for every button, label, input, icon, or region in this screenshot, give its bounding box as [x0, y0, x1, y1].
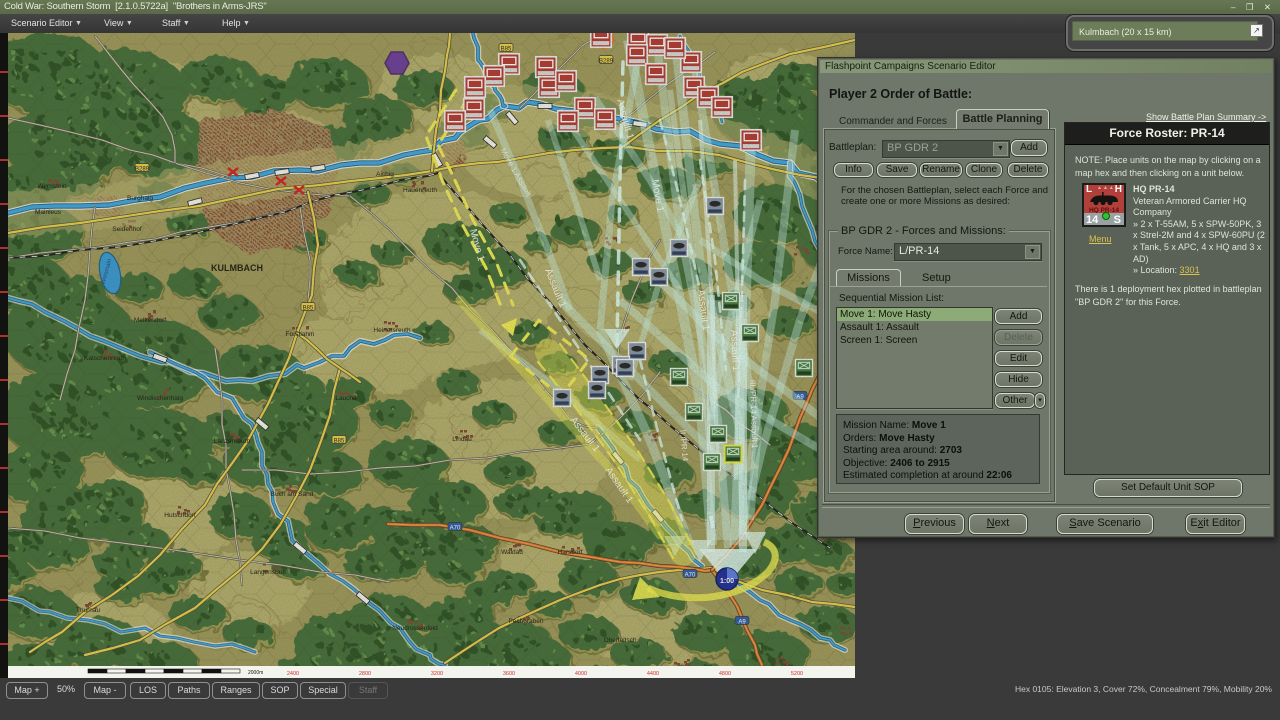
svg-text:2400: 2400	[287, 671, 299, 677]
svg-text:2800: 2800	[359, 671, 371, 677]
svg-text:4400: 4400	[647, 671, 659, 677]
svg-text:2000m: 2000m	[248, 670, 263, 676]
svg-text:3200: 3200	[431, 671, 443, 677]
svg-text:3600: 3600	[503, 671, 515, 677]
svg-text:4800: 4800	[719, 671, 731, 677]
svg-text:4000: 4000	[575, 671, 587, 677]
svg-text:5200: 5200	[791, 671, 803, 677]
